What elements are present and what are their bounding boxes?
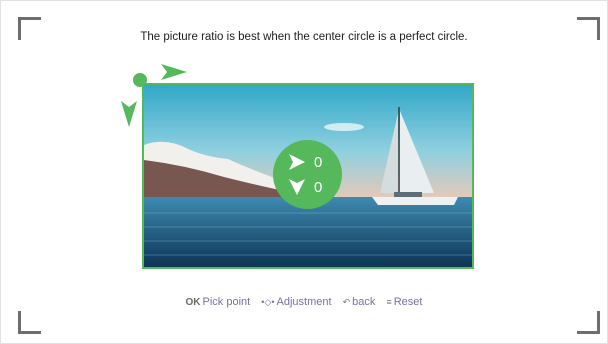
hint-adjustment[interactable]: •◇• Adjustment bbox=[261, 296, 331, 308]
menu-icon: ≡ bbox=[386, 297, 392, 307]
horizontal-offset: 0 bbox=[289, 152, 322, 172]
vertical-offset: 0 bbox=[289, 177, 322, 197]
center-circle: 0 0 bbox=[273, 140, 342, 209]
arrow-right-icon bbox=[289, 154, 305, 170]
vertical-offset-value: 0 bbox=[314, 178, 323, 196]
hint-pick-point[interactable]: OK Pick point bbox=[186, 296, 251, 308]
corner-marker-bottom-right bbox=[577, 311, 600, 334]
horizontal-offset-value: 0 bbox=[314, 153, 323, 171]
dpad-icon: •◇• bbox=[261, 297, 275, 307]
corner-marker-bottom-left bbox=[18, 311, 41, 334]
back-icon: ↶ bbox=[342, 297, 351, 307]
pick-point-handle[interactable] bbox=[133, 73, 147, 87]
key-hints-bar: OK Pick point •◇• Adjustment ↶ back ≡ Reset bbox=[0, 296, 608, 308]
hint-adjustment-label: Adjustment bbox=[276, 296, 332, 308]
hint-back-label: back bbox=[352, 296, 376, 308]
hint-pick-point-label: Pick point bbox=[202, 296, 251, 308]
hint-back[interactable]: ↶ back bbox=[343, 296, 376, 308]
arrow-right-icon bbox=[161, 64, 187, 80]
hint-reset[interactable]: ≡ Reset bbox=[386, 296, 422, 308]
hint-reset-label: Reset bbox=[393, 296, 423, 308]
arrow-down-icon bbox=[121, 101, 137, 127]
ok-key-icon: OK bbox=[185, 297, 201, 308]
instruction-text: The picture ratio is best when the cente… bbox=[140, 31, 468, 43]
arrow-down-icon bbox=[289, 179, 305, 195]
